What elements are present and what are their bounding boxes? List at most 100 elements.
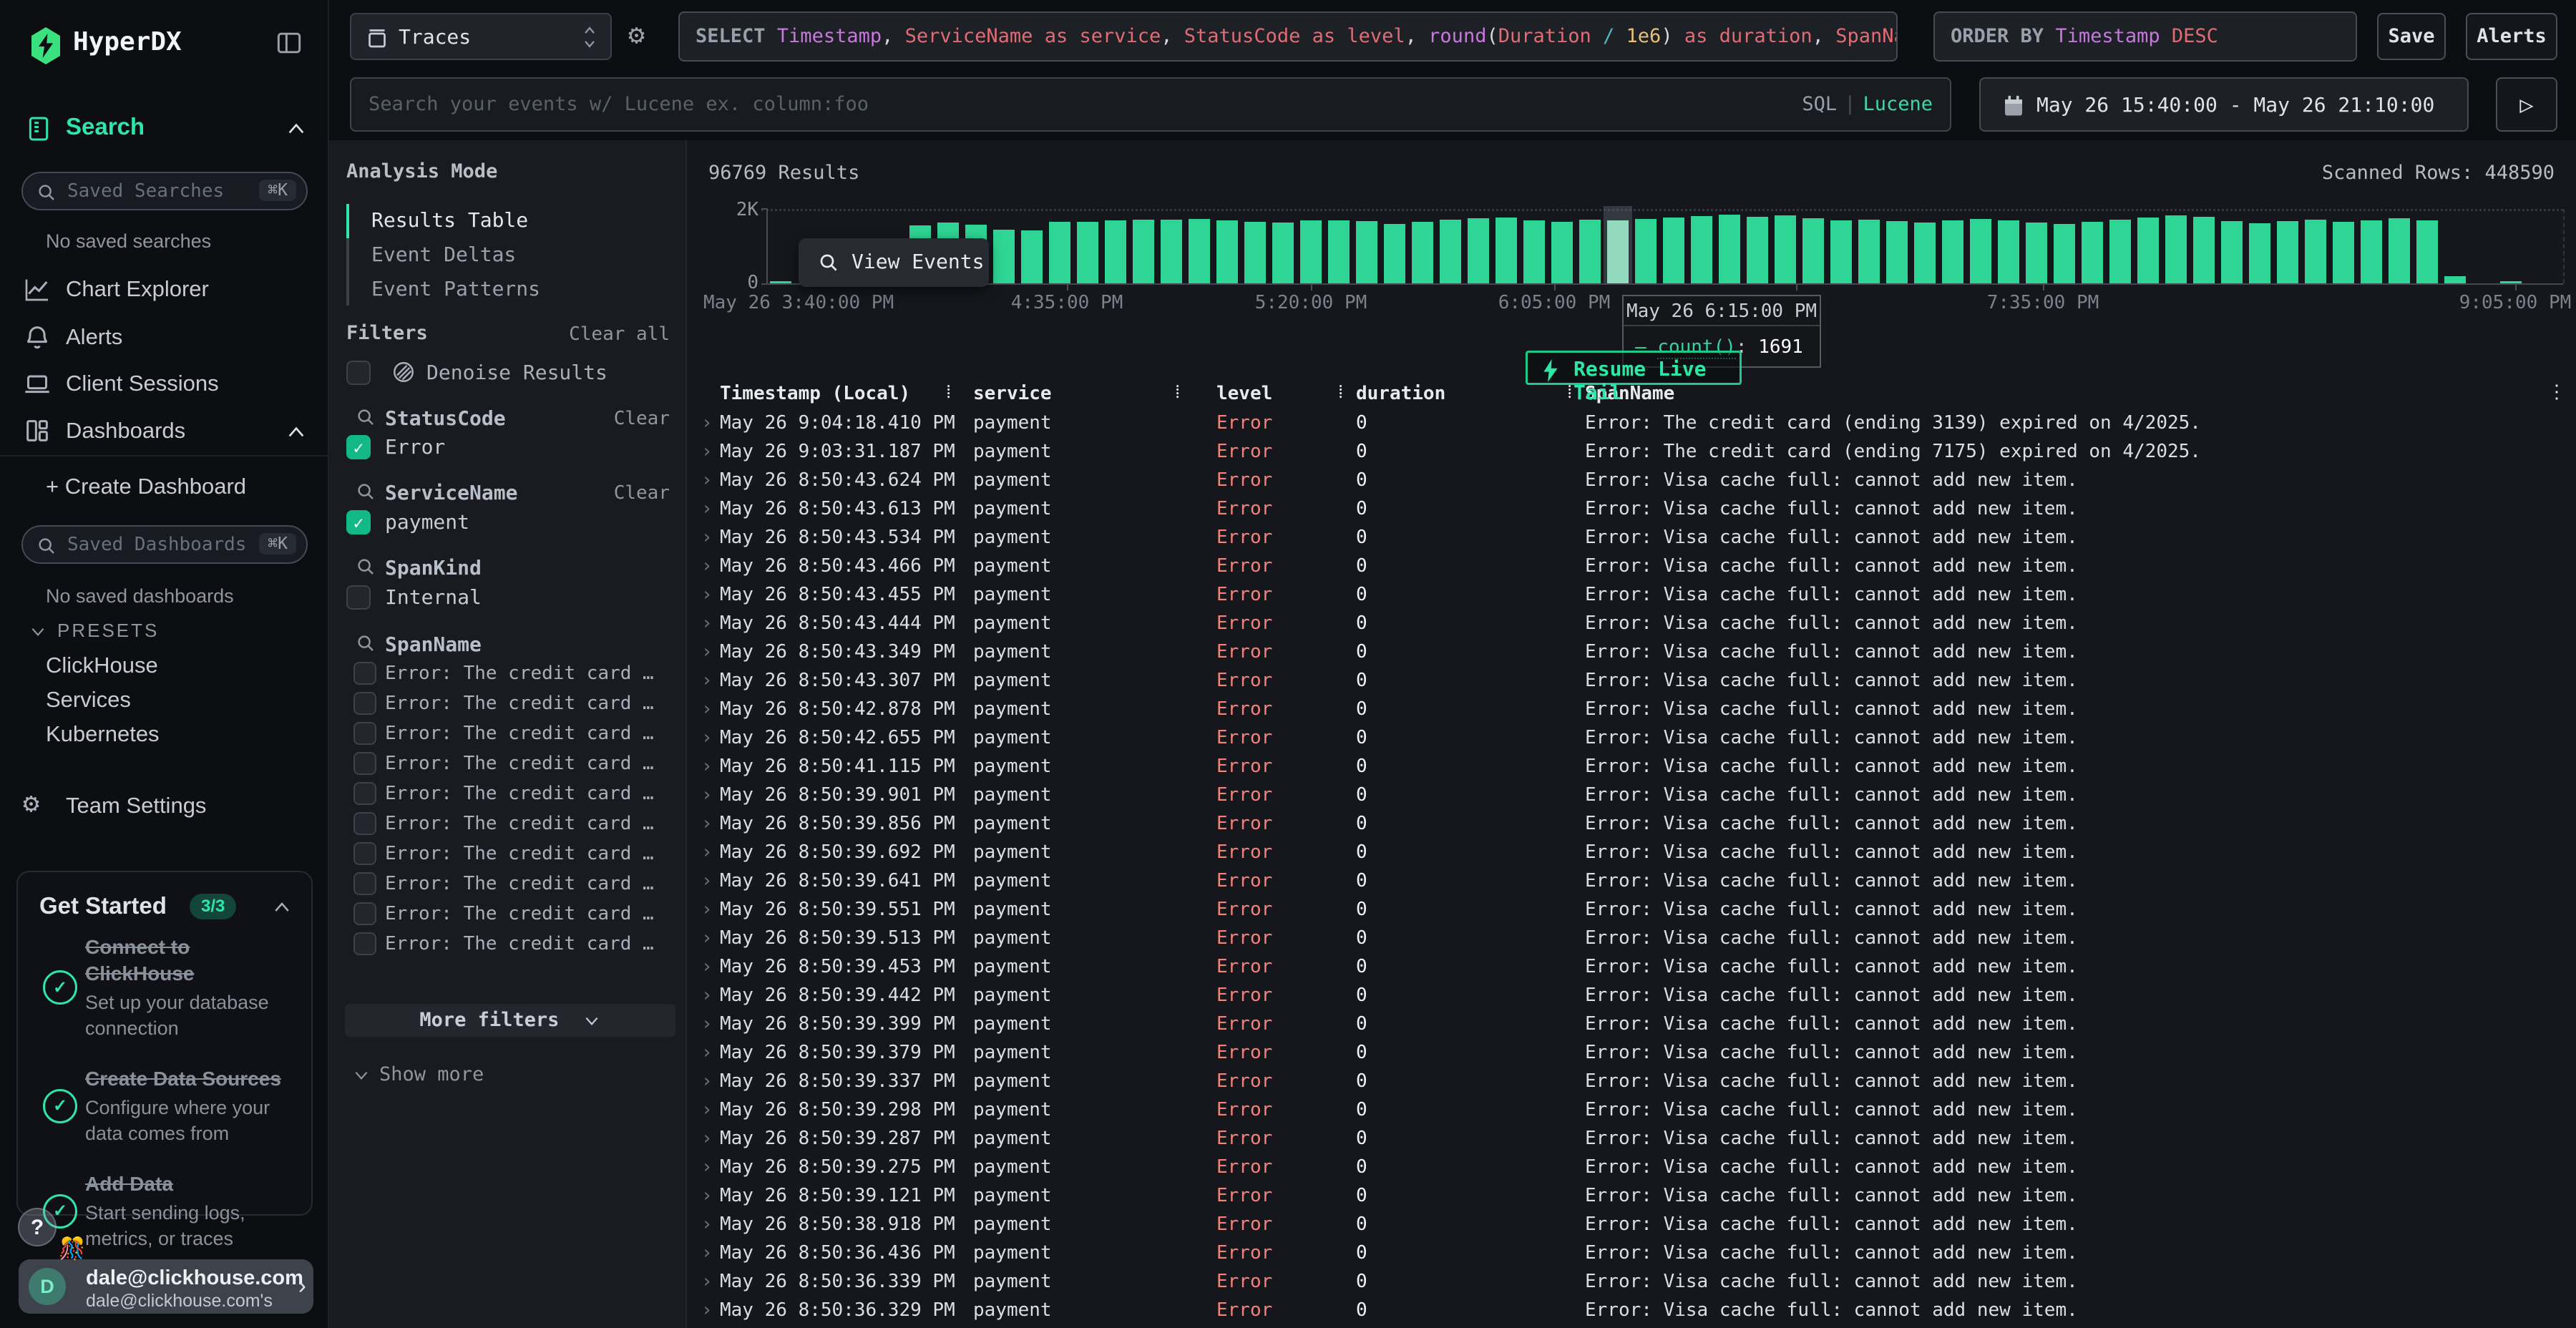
row-expander-icon[interactable]: › xyxy=(701,670,713,691)
table-row[interactable]: ›May 26 8:50:39.692 PMpaymentError0Error… xyxy=(687,838,2576,866)
spanname-filter-item[interactable]: Error: The credit card … xyxy=(329,810,687,840)
table-row[interactable]: ›May 26 8:50:41.115 PMpaymentError0Error… xyxy=(687,752,2576,781)
spanname-checkbox[interactable] xyxy=(353,812,376,835)
spanname-filter-item[interactable]: Error: The credit card … xyxy=(329,660,687,690)
alerts-button[interactable]: Alerts xyxy=(2466,13,2557,60)
get-started-item[interactable]: ✓ Connect to ClickHouse Set up your data… xyxy=(35,934,297,1041)
table-row[interactable]: ›May 26 8:50:39.641 PMpaymentError0Error… xyxy=(687,866,2576,895)
histogram-bar[interactable] xyxy=(2165,215,2187,283)
table-row[interactable]: ›May 26 8:50:39.379 PMpaymentError0Error… xyxy=(687,1038,2576,1067)
col-service[interactable]: service xyxy=(973,383,1052,404)
table-row[interactable]: ›May 26 8:50:39.287 PMpaymentError0Error… xyxy=(687,1124,2576,1153)
histogram-bar[interactable] xyxy=(1551,222,1573,283)
user-menu[interactable]: D dale@clickhouse.com dale@clickhouse.co… xyxy=(19,1259,313,1314)
histogram-bar[interactable] xyxy=(2416,220,2438,283)
search-icon[interactable] xyxy=(355,556,376,577)
sidebar-item-team-settings[interactable]: ⚙ Team Settings xyxy=(0,784,329,827)
row-expander-icon[interactable]: › xyxy=(701,584,713,605)
histogram-bar[interactable] xyxy=(2082,222,2103,283)
histogram-bar[interactable] xyxy=(1747,217,1768,283)
histogram-bar[interactable] xyxy=(993,230,1015,283)
table-row[interactable]: ›May 26 8:50:42.878 PMpaymentError0Error… xyxy=(687,695,2576,723)
spanname-filter-item[interactable]: Error: The credit card … xyxy=(329,840,687,870)
sidebar-item-dashboards[interactable]: Dashboards xyxy=(0,409,329,452)
row-expander-icon[interactable]: › xyxy=(701,899,713,920)
histogram-bar[interactable] xyxy=(1384,224,1405,283)
servicename-payment-checkbox[interactable]: ✓ xyxy=(346,510,371,534)
histogram-bar[interactable] xyxy=(2026,223,2047,283)
histogram-bar[interactable] xyxy=(1300,220,1322,283)
histogram-bar[interactable] xyxy=(1328,220,1350,283)
spanname-filter-item[interactable]: Error: The credit card … xyxy=(329,870,687,900)
histogram-bar[interactable] xyxy=(1523,220,1545,283)
table-row[interactable]: ›May 26 8:50:36.329 PMpaymentError0Error… xyxy=(687,1296,2576,1324)
source-settings-gear-icon[interactable]: ⚙ xyxy=(628,19,645,50)
create-dashboard-button[interactable]: + Create Dashboard xyxy=(46,474,246,499)
row-expander-icon[interactable]: › xyxy=(701,498,713,519)
row-expander-icon[interactable]: › xyxy=(701,1099,713,1120)
sidebar-item-search[interactable]: Search xyxy=(0,109,329,149)
histogram-bar[interactable] xyxy=(1440,220,1461,283)
col-level[interactable]: level xyxy=(1216,383,1272,404)
histogram-bar[interactable] xyxy=(1635,219,1657,283)
histogram-bar[interactable] xyxy=(1970,219,1991,283)
row-expander-icon[interactable]: › xyxy=(701,1299,713,1321)
spankind-internal-checkbox[interactable] xyxy=(346,585,371,610)
chevron-up-icon[interactable] xyxy=(285,119,308,139)
histogram-bar[interactable] xyxy=(1244,222,1266,283)
histogram-bar[interactable] xyxy=(2109,220,2131,283)
preset-services[interactable]: Services xyxy=(46,687,131,713)
histogram-bar[interactable] xyxy=(1775,215,1796,283)
resume-live-tail-button[interactable]: Resume Live Tail xyxy=(1526,351,1742,385)
histogram-bar[interactable] xyxy=(1663,218,1684,283)
column-resize-handle[interactable]: ⁞ xyxy=(1338,381,1343,403)
row-expander-icon[interactable]: › xyxy=(701,641,713,663)
row-expander-icon[interactable]: › xyxy=(701,1128,713,1149)
lang-lucene[interactable]: Lucene xyxy=(1863,93,1933,115)
statuscode-error-label[interactable]: Error xyxy=(385,435,445,459)
clear-servicename-button[interactable]: Clear xyxy=(614,482,670,504)
histogram-bar[interactable] xyxy=(1468,218,1489,283)
spanname-checkbox[interactable] xyxy=(353,932,376,955)
row-expander-icon[interactable]: › xyxy=(701,927,713,949)
table-row[interactable]: ›May 26 8:50:39.298 PMpaymentError0Error… xyxy=(687,1095,2576,1124)
view-events-button[interactable]: View Events xyxy=(799,238,989,287)
table-row[interactable]: ›May 26 8:50:43.466 PMpaymentError0Error… xyxy=(687,552,2576,580)
table-row[interactable]: ›May 26 9:03:31.187 PMpaymentError0Error… xyxy=(687,437,2576,466)
spanname-checkbox[interactable] xyxy=(353,692,376,715)
sidebar-item-alerts[interactable]: Alerts xyxy=(0,316,329,358)
row-expander-icon[interactable]: › xyxy=(701,1013,713,1035)
row-expander-icon[interactable]: › xyxy=(701,1042,713,1063)
col-timestamp[interactable]: Timestamp (Local) xyxy=(720,383,910,404)
table-row[interactable]: ›May 26 8:50:39.442 PMpaymentError0Error… xyxy=(687,981,2576,1010)
histogram-bar[interactable] xyxy=(1998,220,2019,283)
spanname-filter-item[interactable]: Error: The credit card … xyxy=(329,690,687,720)
show-more-button[interactable]: Show more xyxy=(352,1063,484,1085)
histogram-bar[interactable] xyxy=(1942,220,1963,283)
chevron-up-icon[interactable] xyxy=(285,422,308,442)
chevron-up-icon[interactable] xyxy=(271,898,293,917)
histogram-bar-hovered[interactable] xyxy=(1607,220,1629,283)
row-expander-icon[interactable]: › xyxy=(701,527,713,548)
table-row[interactable]: ›May 26 8:50:39.901 PMpaymentError0Error… xyxy=(687,781,2576,809)
row-expander-icon[interactable]: › xyxy=(701,756,713,777)
histogram-bar[interactable] xyxy=(2137,218,2159,283)
histogram-bar[interactable] xyxy=(1272,223,1294,283)
table-row[interactable]: ›May 26 8:50:39.453 PMpaymentError0Error… xyxy=(687,952,2576,981)
row-expander-icon[interactable]: › xyxy=(701,1185,713,1206)
histogram-bar[interactable] xyxy=(1719,215,1740,283)
histogram-bar[interactable] xyxy=(2361,220,2382,283)
sidebar-collapse-icon[interactable] xyxy=(273,27,305,59)
histogram-bar[interactable] xyxy=(2444,276,2466,283)
tab-results-table[interactable]: Results Table xyxy=(371,208,643,237)
histogram-bar[interactable] xyxy=(1858,220,1880,283)
spanname-checkbox[interactable] xyxy=(353,842,376,865)
save-button[interactable]: Save xyxy=(2377,13,2446,60)
histogram-bar[interactable] xyxy=(1691,216,1712,283)
row-expander-icon[interactable]: › xyxy=(701,727,713,748)
row-expander-icon[interactable]: › xyxy=(701,1156,713,1178)
histogram-bar[interactable] xyxy=(1579,220,1601,283)
tab-event-patterns[interactable]: Event Patterns xyxy=(371,277,643,306)
spanname-checkbox[interactable] xyxy=(353,902,376,925)
table-row[interactable]: ›May 26 8:50:43.534 PMpaymentError0Error… xyxy=(687,523,2576,552)
